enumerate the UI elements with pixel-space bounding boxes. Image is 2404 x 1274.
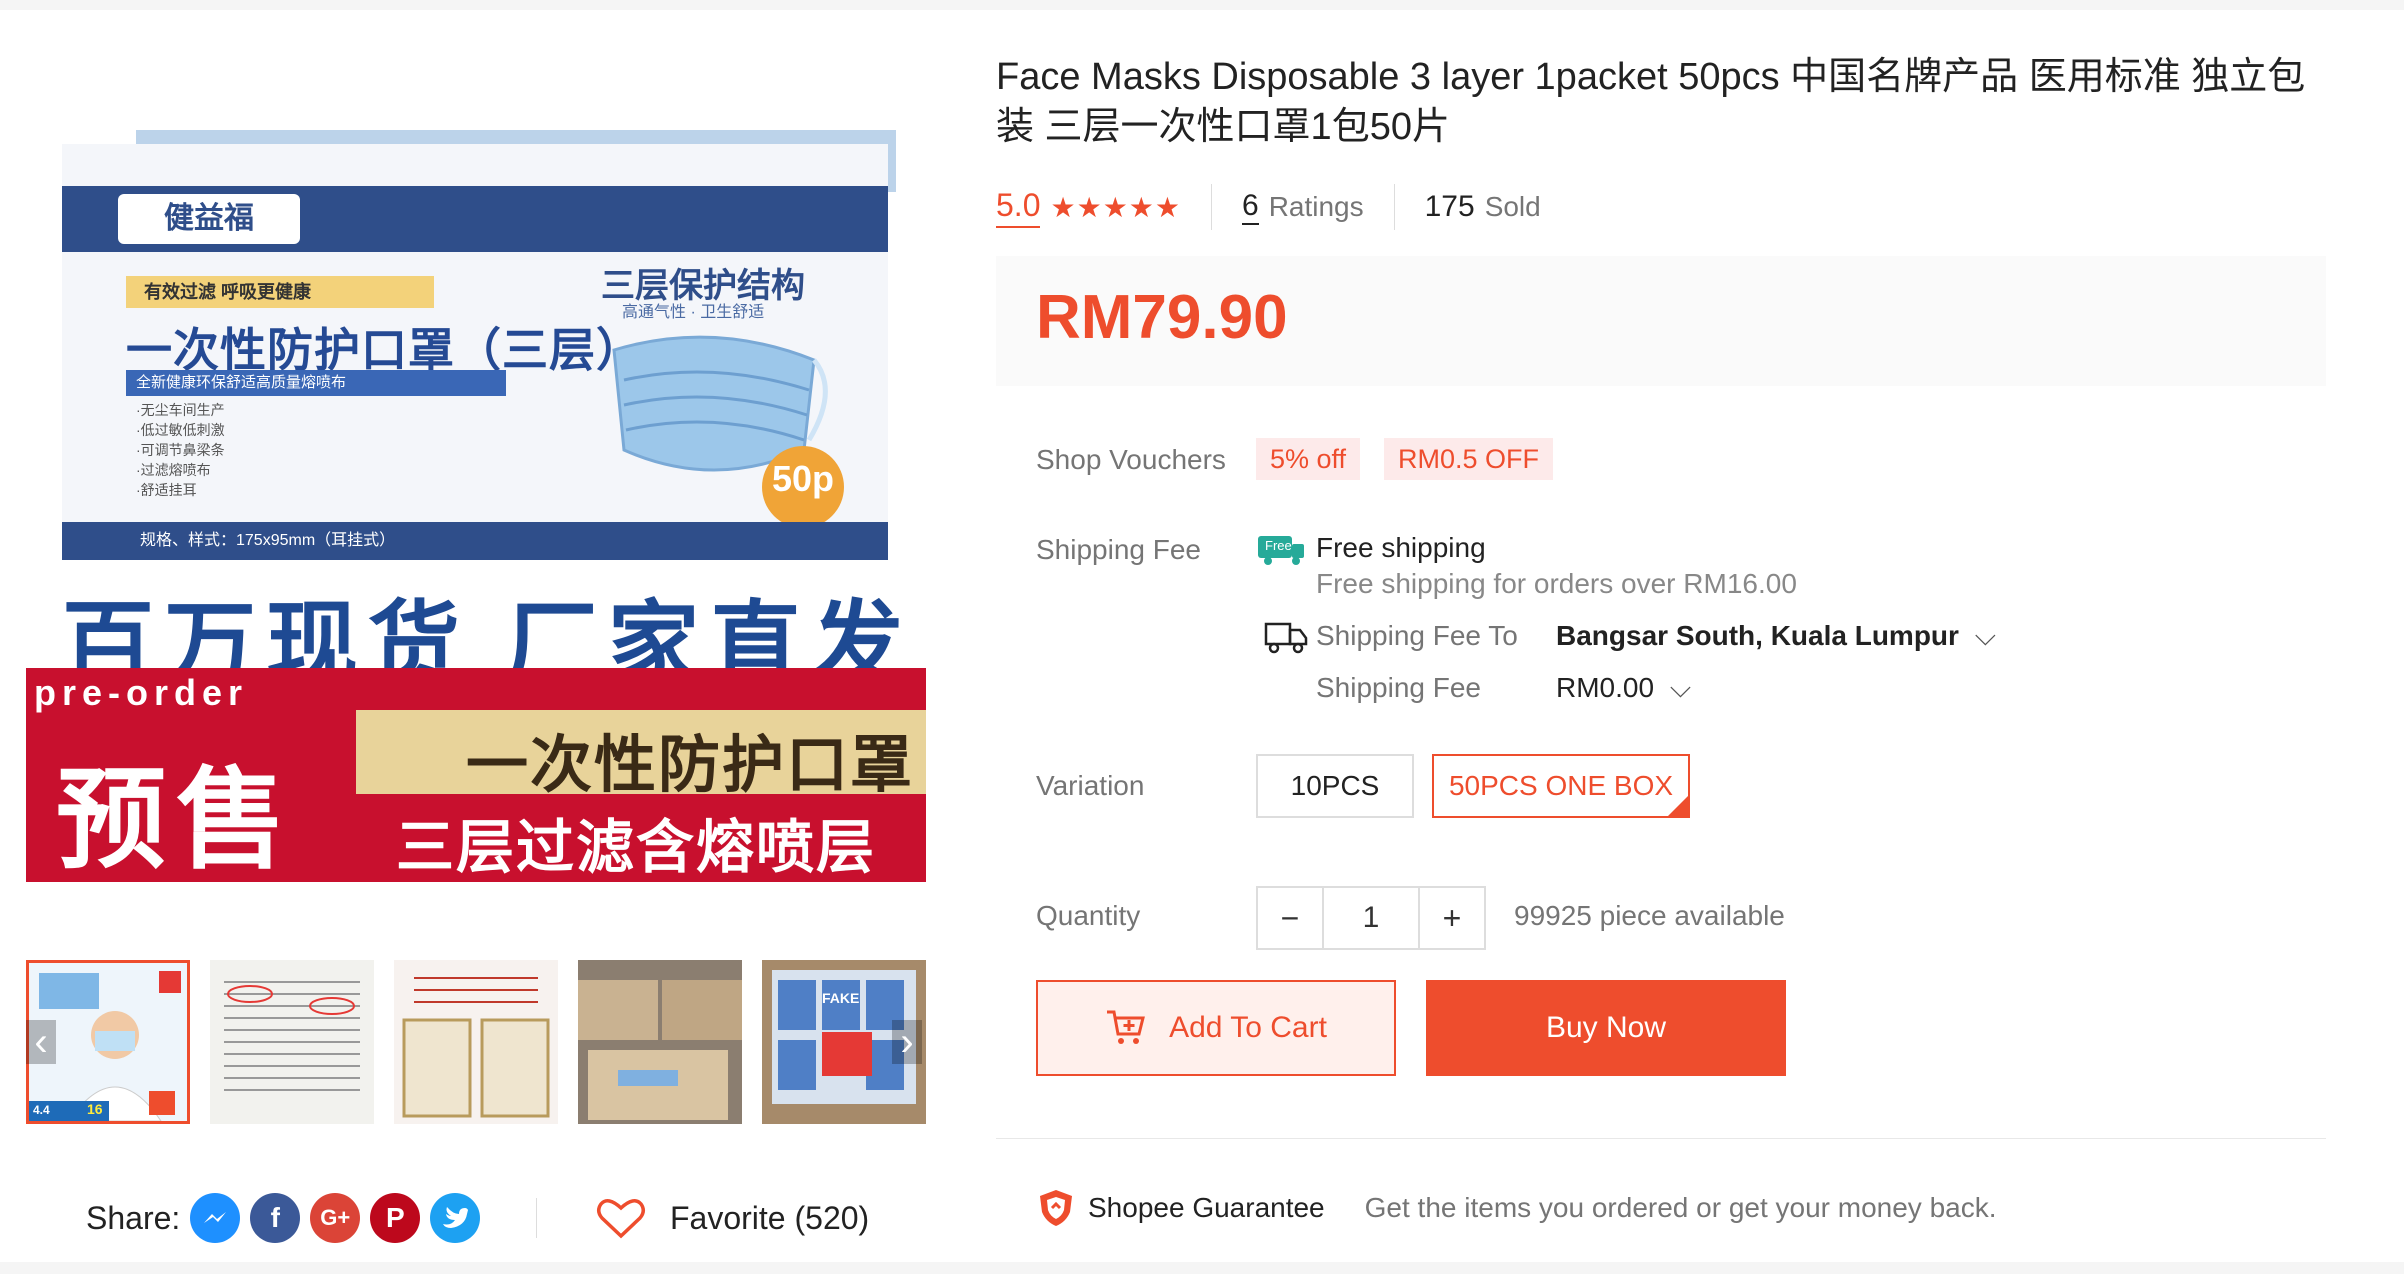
free-badge-text: Free (1265, 538, 1292, 553)
vouchers-label: Shop Vouchers (1036, 444, 1226, 475)
brand-label: 健益福 (118, 194, 300, 244)
share-row: Share: f G+ P (86, 1190, 490, 1246)
warehouse-boxes-image (578, 960, 742, 1124)
star-rating-icon: ★★★★★ (1050, 191, 1181, 223)
variation-label: Variation (1036, 770, 1145, 801)
presale-label: 预售 (56, 759, 296, 882)
guarantee-title[interactable]: Shopee Guarantee (1088, 1192, 1325, 1224)
divider (1211, 184, 1212, 230)
sold-count: 175 (1424, 190, 1475, 223)
shipping-fee-label: Shipping Fee (1316, 672, 1482, 703)
bullet: ·无尘车间生产 (136, 402, 225, 418)
shopee-guarantee: Shopee Guarantee Get the items you order… (1036, 1186, 1997, 1230)
ratings-label: Ratings (1268, 191, 1364, 222)
shipping-location-select[interactable]: Bangsar South, Kuala Lumpur ⌵ (1556, 620, 1996, 653)
product-page: 健益福 有效过滤 呼吸更健康 一次性防护口罩（三层） 全新健康环保舒适高质量熔喷… (0, 10, 2404, 1262)
thumbnail-2[interactable] (210, 960, 374, 1124)
box-strip: 全新健康环保舒适高质量熔喷布 (126, 370, 506, 396)
thumb-rating-badge: 4.4 (33, 1103, 50, 1117)
guarantee-description: Get the items you ordered or get your mo… (1364, 1192, 1997, 1223)
shipping-location: Bangsar South, Kuala Lumpur (1556, 620, 1959, 651)
product-main-image[interactable]: 健益福 有效过滤 呼吸更健康 一次性防护口罩（三层） 全新健康环保舒适高质量熔喷… (26, 130, 926, 882)
ratings-count[interactable]: 6 (1242, 189, 1259, 225)
messenger-icon[interactable] (190, 1193, 241, 1243)
bullet: ·低过敏低刺激 (136, 422, 225, 438)
variation-option-50pcs[interactable]: 50PCS ONE BOX ✓ (1432, 754, 1690, 818)
quantity-badge: 50p (762, 446, 844, 528)
chevron-down-icon: ⌵ (1974, 620, 1996, 651)
quantity-input[interactable]: 1 (1322, 888, 1420, 948)
thumbnail-4[interactable] (578, 960, 742, 1124)
favorite-button[interactable]: Favorite (520) (596, 1190, 869, 1246)
rating-row: 5.0 ★★★★★ 6 Ratings 175 Sold (996, 180, 1541, 234)
thumbnail-3[interactable] (394, 960, 558, 1124)
shipping-fee-value: RM0.00 (1556, 672, 1655, 703)
shipping-fee-select[interactable]: RM0.00 ⌵ (1556, 672, 1691, 705)
product-title: Face Masks Disposable 3 layer 1packet 50… (996, 56, 2306, 148)
banner-red-text: 三层过滤含熔喷层 (396, 815, 877, 880)
heart-icon (597, 1199, 645, 1239)
bullet: ·舒适挂耳 (136, 482, 197, 498)
thumb-number-badge: 16 (87, 1101, 103, 1117)
fake-label: FAKE (822, 990, 860, 1006)
thumbnail-prev-arrow[interactable]: ‹ (26, 1020, 56, 1064)
bullet: ·过滤熔喷布 (136, 462, 211, 478)
document-image (210, 960, 374, 1124)
voucher-chip[interactable]: 5% off (1256, 438, 1361, 480)
free-shipping-desc: Free shipping for orders over RM16.00 (1316, 568, 1797, 599)
product-price: RM79.90 (1036, 283, 1288, 352)
quantity-label: Quantity (1036, 900, 1141, 931)
favorite-label: Favorite (520) (670, 1199, 870, 1236)
facebook-icon[interactable]: f (250, 1193, 301, 1243)
section-divider (996, 1138, 2326, 1139)
free-shipping-title: Free shipping (1316, 532, 1486, 563)
rating-value[interactable]: 5.0 (996, 187, 1041, 228)
pinterest-icon[interactable]: P (370, 1193, 421, 1243)
variation-option-10pcs[interactable]: 10PCS (1256, 754, 1414, 818)
shield-icon (1040, 1190, 1072, 1226)
share-label: Share: (86, 1199, 181, 1236)
quantity-increase-button[interactable]: + (1420, 888, 1484, 948)
variation-option-label: 50PCS ONE BOX (1448, 770, 1674, 801)
stock-available: 99925 piece available (1514, 900, 1785, 931)
buy-now-button[interactable]: Buy Now (1426, 980, 1786, 1076)
twitter-icon[interactable] (430, 1193, 481, 1243)
voucher-chip[interactable]: RM0.5 OFF (1384, 438, 1554, 480)
share-divider (536, 1198, 537, 1238)
divider (1393, 184, 1395, 230)
add-to-cart-label: Add To Cart (1169, 1011, 1327, 1044)
chevron-down-icon: ⌵ (1669, 672, 1692, 703)
cart-icon (1107, 1010, 1145, 1044)
bullet: ·可调节鼻梁条 (136, 442, 225, 458)
shipping-label: Shipping Fee (1036, 534, 1202, 565)
banner-gold-text: 一次性防护口罩 (466, 731, 915, 800)
box-tag: 有效过滤 呼吸更健康 (126, 276, 434, 308)
thumbnail-next-arrow[interactable]: › (892, 1020, 922, 1064)
certificate-image (394, 960, 558, 1124)
box-bullets: ·无尘车间生产 ·低过敏低刺激 ·可调节鼻梁条 ·过滤熔喷布 ·舒适挂耳 (136, 400, 225, 500)
shipping-to-label: Shipping Fee To (1316, 620, 1518, 651)
google-plus-icon[interactable]: G+ (310, 1193, 361, 1243)
box-spec: 规格、样式：175x95mm（耳挂式） (62, 522, 888, 560)
sold-label: Sold (1484, 191, 1541, 222)
check-icon: ✓ (1674, 778, 1686, 794)
quantity-decrease-button[interactable]: − (1258, 888, 1322, 948)
truck-icon (1264, 622, 1308, 654)
preorder-label: pre-order (34, 672, 249, 713)
add-to-cart-button[interactable]: Add To Cart (1036, 980, 1396, 1076)
price-box: RM79.90 (996, 256, 2326, 386)
thumbnail-strip: 4.4 16 FAKE ‹ › (26, 960, 926, 1128)
quantity-stepper: − 1 + (1256, 886, 1486, 950)
